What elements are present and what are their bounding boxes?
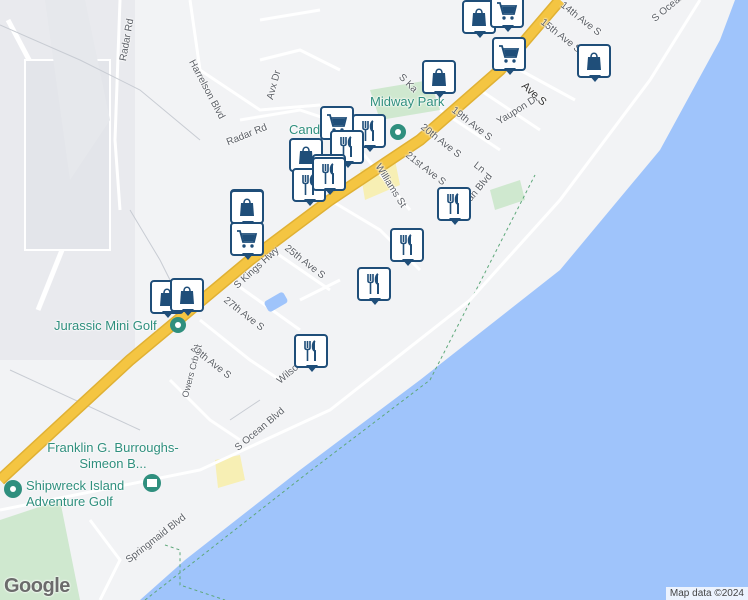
restaurant-icon: [447, 193, 459, 214]
poi-label-shipwreck-island[interactable]: Shipwreck Island Adventure Golf: [26, 478, 146, 510]
map-marker-shopping-bag[interactable]: [420, 58, 460, 98]
map-marker-shopping-cart[interactable]: [488, 0, 528, 32]
attraction-pin-icon[interactable]: [4, 480, 22, 498]
poi-label-franklin-burroughs[interactable]: Franklin G. Burroughs-Simeon B...: [38, 440, 188, 472]
map-marker-shopping-cart[interactable]: [228, 220, 268, 260]
restaurant-icon: [304, 340, 316, 361]
attraction-pin-icon[interactable]: [170, 317, 186, 333]
map-marker-shopping-bag[interactable]: [575, 42, 615, 82]
map-marker-restaurant[interactable]: [388, 226, 428, 266]
shopping-bag-icon: [180, 286, 194, 304]
restaurant-icon: [367, 273, 379, 294]
map-marker-restaurant[interactable]: [355, 265, 395, 305]
shopping-bag-icon: [587, 52, 601, 70]
google-logo: Google: [4, 575, 70, 597]
poi-label-jurassic-mini-golf[interactable]: Jurassic Mini Golf: [54, 318, 157, 333]
poi-label-cand[interactable]: Cand: [289, 122, 320, 137]
map-marker-restaurant[interactable]: [310, 155, 350, 195]
attraction-pin-icon[interactable]: [390, 124, 406, 140]
shopping-bag-icon: [432, 68, 446, 86]
map-marker-restaurant[interactable]: [435, 185, 475, 225]
shopping-cart-icon: [497, 2, 518, 20]
shopping-cart-icon: [499, 45, 520, 63]
shopping-bag-icon: [240, 198, 254, 216]
map-marker-restaurant[interactable]: [292, 332, 332, 372]
restaurant-icon: [400, 234, 412, 255]
shopping-cart-icon: [237, 230, 258, 248]
map-marker-shopping-cart[interactable]: [490, 35, 530, 75]
map-marker-shopping-bag[interactable]: [168, 276, 208, 316]
map-attribution[interactable]: Map data ©2024: [665, 587, 748, 600]
restaurant-icon: [322, 163, 334, 184]
